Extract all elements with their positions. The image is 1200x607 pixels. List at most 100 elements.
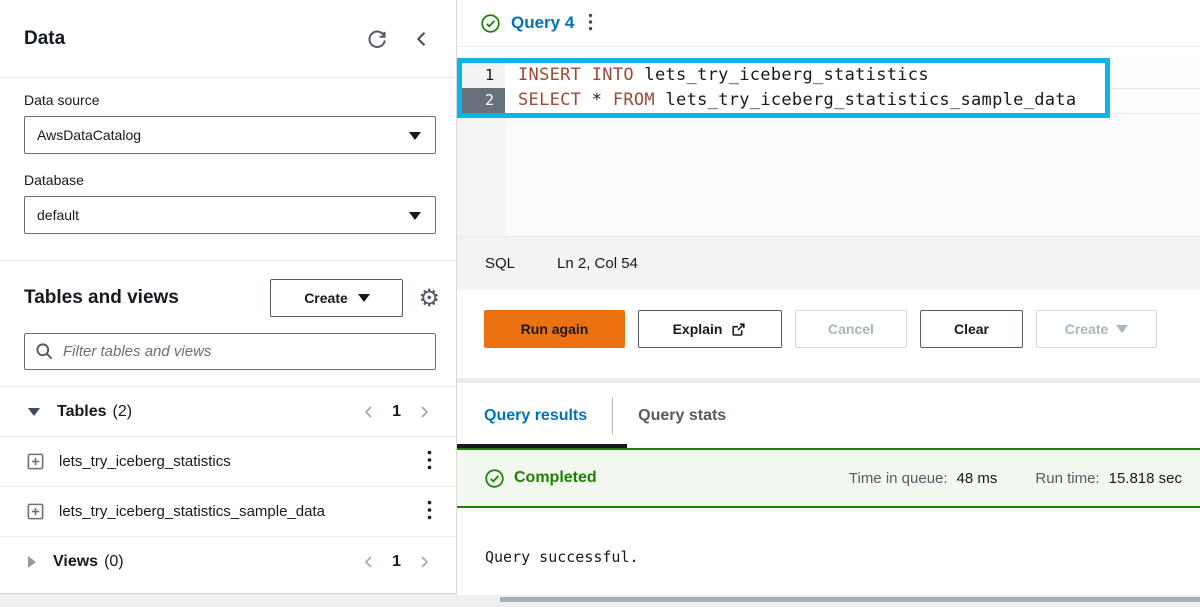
tables-page-number: 1 [392,403,401,421]
chevron-right-icon[interactable] [416,554,432,570]
chevron-down-icon [409,212,421,220]
chevron-down-icon [358,294,370,302]
explain-button[interactable]: Explain [638,310,782,348]
views-pagination: 1 [361,553,432,571]
table-name: lets_try_iceberg_statistics_sample_data [59,503,325,520]
tables-count: (2) [113,403,133,421]
query-result-message: Query successful. [485,548,639,566]
status-badge: Completed [514,469,597,487]
check-circle-icon [480,13,501,34]
panel-header-icons [366,28,432,50]
query-editor-pane: Query 4 1 INSERT INTO lets_try_iceberg_s… [457,0,1200,596]
run-time: Run time: 15.818 sec [1035,470,1182,487]
query-actions-row: Run again Explain Cancel Clear Create [457,290,1200,378]
chevron-left-icon[interactable] [361,554,377,570]
database-label: Database [24,172,436,188]
expand-plus-icon[interactable] [26,452,45,471]
table-row[interactable]: lets_try_iceberg_statistics_sample_data [0,486,456,536]
query-timings: Time in queue: 48 ms Run time: 15.818 se… [849,470,1182,487]
table-row[interactable]: lets_try_iceberg_statistics [0,436,456,486]
run-time-value: 15.818 sec [1109,470,1182,487]
create-button[interactable]: Create [1036,310,1157,348]
data-source-value: AwsDataCatalog [37,127,141,143]
horizontal-scrollbar-thumb[interactable] [500,597,1200,602]
tab-query-results[interactable]: Query results [484,407,587,425]
code-line-1[interactable]: 1 INSERT INTO lets_try_iceberg_statistic… [462,63,1105,88]
views-group-label: Views [53,553,98,571]
data-source-label: Data source [24,92,436,108]
sql-keyword: SELECT [518,90,592,110]
code-line-2[interactable]: 2 SELECT * FROM lets_try_iceberg_statist… [462,88,1105,113]
code-text: INSERT INTO lets_try_iceberg_statistics [505,63,929,88]
collapse-panel-icon[interactable] [412,29,432,49]
tables-views-header: Tables and views Create ⚙ [0,261,456,317]
views-page-number: 1 [392,553,401,571]
queue-time-label: Time in queue: [849,470,948,487]
editor-status-bar: SQL Ln 2, Col 54 [457,236,1200,290]
tables-views-tree: Tables (2) 1 lets_try_iceberg_statistics [0,386,456,586]
database-select[interactable]: default [24,196,436,234]
clear-button[interactable]: Clear [920,310,1023,348]
gear-icon[interactable]: ⚙ [418,286,440,310]
create-button-label: Create [304,290,348,306]
tables-views-title: Tables and views [24,287,179,309]
chevron-right-icon[interactable] [416,404,432,420]
chevron-down-icon [1116,325,1128,333]
filter-field-wrap [24,333,436,370]
explain-button-label: Explain [673,321,723,337]
athena-query-editor: Data Data source AwsDataCatalog [0,0,1200,607]
sql-operator: * [592,90,613,110]
cursor-position: Ln 2, Col 54 [557,255,638,272]
refresh-icon[interactable] [366,28,388,50]
results-tabs: Query results Query stats [457,383,1200,448]
tab-query-stats[interactable]: Query stats [638,407,726,425]
active-line-rule [1110,113,1200,114]
tab-divider [612,398,613,434]
code-text: SELECT * FROM lets_try_iceberg_statistic… [505,88,1076,113]
chevron-left-icon[interactable] [361,404,377,420]
views-count: (0) [104,553,124,571]
data-panel: Data Data source AwsDataCatalog [0,0,457,594]
editor-language: SQL [485,255,515,272]
sql-identifier: lets_try_iceberg_statistics_sample_data [666,90,1077,110]
time-in-queue: Time in queue: 48 ms [849,470,998,487]
table-actions-icon[interactable] [423,446,436,477]
sql-editor[interactable]: 1 INSERT INTO lets_try_iceberg_statistic… [457,47,1200,236]
panel-title: Data [24,28,65,50]
data-panel-header: Data [0,0,456,78]
sql-keyword: INSERT INTO [518,65,644,85]
table-actions-icon[interactable] [423,496,436,527]
query-tab-menu-icon[interactable] [584,9,597,38]
sql-identifier: lets_try_iceberg_statistics [644,65,928,85]
queue-time-value: 48 ms [957,470,998,487]
triangle-right-icon [28,556,36,568]
editor-gutter [457,118,505,236]
external-link-icon [730,321,747,338]
selected-code-highlight-box[interactable]: 1 INSERT INTO lets_try_iceberg_statistic… [457,58,1110,118]
search-icon [35,342,54,361]
expand-plus-icon[interactable] [26,502,45,521]
table-name: lets_try_iceberg_statistics [59,453,231,470]
query-status-banner: Completed Time in queue: 48 ms Run time:… [457,448,1200,508]
horizontal-scrollbar-track [0,595,1200,607]
create-table-button[interactable]: Create [270,279,403,317]
query-result-message-area: Query successful. [457,508,1200,596]
tables-group-row[interactable]: Tables (2) 1 [0,386,456,436]
line-number-active: 2 [462,88,505,113]
chevron-down-icon [409,132,421,140]
line-number: 1 [462,63,505,88]
check-circle-icon [484,468,505,489]
editor-top-margin [457,47,1200,58]
data-source-select[interactable]: AwsDataCatalog [24,116,436,154]
sql-keyword: FROM [613,90,666,110]
views-group-row[interactable]: Views (0) 1 [0,536,456,586]
run-again-button[interactable]: Run again [484,310,625,348]
triangle-down-icon [28,408,40,416]
query-tab-label[interactable]: Query 4 [511,13,574,33]
filter-tables-input[interactable] [24,333,436,370]
source-database-section: Data source AwsDataCatalog Database defa… [0,78,456,261]
tables-group-label: Tables [57,403,107,421]
tables-pagination: 1 [361,403,432,421]
database-value: default [37,207,79,223]
cancel-button[interactable]: Cancel [795,310,907,348]
